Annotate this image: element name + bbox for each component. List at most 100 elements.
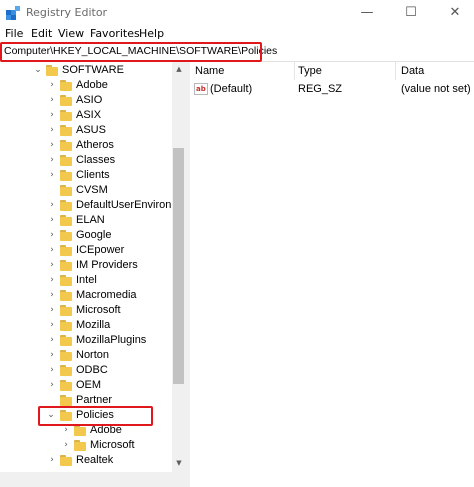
chevron-right-icon[interactable]: › xyxy=(47,454,57,467)
maximize-button[interactable]: ☐ xyxy=(396,4,426,22)
menu-favorites[interactable]: Favorites xyxy=(90,27,140,40)
chevron-right-icon[interactable]: › xyxy=(47,334,57,347)
menu-edit[interactable]: Edit xyxy=(31,27,52,40)
chevron-right-icon[interactable]: › xyxy=(47,154,57,167)
title-bar: Registry Editor — ☐ ✕ xyxy=(0,0,474,26)
tree-item-label: OEM xyxy=(76,379,102,391)
chevron-down-icon[interactable]: ⌄ xyxy=(33,64,43,77)
folder-icon xyxy=(60,410,72,421)
column-divider[interactable] xyxy=(395,62,396,80)
tree-scroll-thumb[interactable] xyxy=(173,148,184,384)
tree-item[interactable]: › Atheros xyxy=(0,138,172,153)
folder-icon xyxy=(60,275,72,286)
tree-item[interactable]: › ASUS xyxy=(0,123,172,138)
tree-item[interactable]: › IM Providers xyxy=(0,258,172,273)
tree-item[interactable]: › Google xyxy=(0,228,172,243)
tree-item[interactable]: › Adobe xyxy=(0,78,172,93)
tree-item[interactable]: › Intel xyxy=(0,273,172,288)
chevron-right-icon[interactable]: › xyxy=(47,79,57,92)
tree-item[interactable]: › Macromedia xyxy=(0,288,172,303)
tree-item[interactable]: › Microsoft xyxy=(0,438,172,453)
tree-item-label: Realtek xyxy=(76,454,114,466)
tree-item[interactable]: › Mozilla xyxy=(0,318,172,333)
tree-item-software[interactable]: ⌄ SOFTWARE xyxy=(0,63,172,78)
chevron-right-icon[interactable]: › xyxy=(47,229,57,242)
chevron-right-icon[interactable]: › xyxy=(47,304,57,317)
tree-item-label: Norton xyxy=(76,349,110,361)
tree-item[interactable]: › DefaultUserEnvironm xyxy=(0,198,181,213)
chevron-right-icon[interactable]: › xyxy=(47,199,57,212)
folder-icon xyxy=(60,350,72,361)
tree-item-label: ICEpower xyxy=(76,244,125,256)
tree-item-policies[interactable]: ⌄ Policies xyxy=(0,408,172,423)
folder-icon xyxy=(74,425,86,436)
column-divider[interactable] xyxy=(294,62,295,80)
chevron-right-icon[interactable]: › xyxy=(47,94,57,107)
tree-item[interactable]: › ELAN xyxy=(0,213,172,228)
folder-icon xyxy=(60,110,72,121)
tree-item-label: MozillaPlugins xyxy=(76,334,147,346)
tree-horizontal-scrollbar[interactable] xyxy=(0,472,186,487)
scroll-down-arrow-icon[interactable]: ▼ xyxy=(172,456,186,470)
tree-item[interactable]: › Realtek xyxy=(0,453,172,468)
chevron-right-icon[interactable]: › xyxy=(47,259,57,272)
address-path[interactable]: Computer\HKEY_LOCAL_MACHINE\SOFTWARE\Pol… xyxy=(4,45,277,57)
chevron-right-icon[interactable]: › xyxy=(61,424,71,437)
menu-file[interactable]: File xyxy=(5,27,23,40)
tree-item-label: ODBC xyxy=(76,364,108,376)
chevron-right-icon[interactable]: › xyxy=(47,379,57,392)
folder-icon xyxy=(60,80,72,91)
scroll-up-arrow-icon[interactable]: ▲ xyxy=(172,62,186,76)
tree-item-label: CVSM xyxy=(76,184,108,196)
tree-item[interactable]: › Clients xyxy=(0,168,172,183)
chevron-down-icon[interactable]: ⌄ xyxy=(46,409,56,422)
chevron-right-icon[interactable]: › xyxy=(47,289,57,302)
close-button[interactable]: ✕ xyxy=(440,4,470,22)
tree-item[interactable]: Partner xyxy=(0,393,172,408)
chevron-right-icon[interactable]: › xyxy=(47,124,57,137)
column-header-name[interactable]: Name xyxy=(195,65,224,77)
chevron-right-icon[interactable]: › xyxy=(47,109,57,122)
address-bar[interactable]: Computer\HKEY_LOCAL_MACHINE\SOFTWARE\Pol… xyxy=(0,42,474,62)
chevron-right-icon[interactable]: › xyxy=(47,169,57,182)
minimize-button[interactable]: — xyxy=(352,4,382,22)
chevron-right-icon[interactable]: › xyxy=(47,214,57,227)
tree-item[interactable]: › Norton xyxy=(0,348,172,363)
folder-icon xyxy=(60,170,72,181)
tree-item-label: Microsoft xyxy=(76,304,121,316)
tree-item[interactable]: › ODBC xyxy=(0,363,172,378)
tree-item[interactable]: CVSM xyxy=(0,183,172,198)
chevron-right-icon[interactable]: › xyxy=(47,349,57,362)
tree-item[interactable]: › OEM xyxy=(0,378,172,393)
menu-help[interactable]: Help xyxy=(139,27,164,40)
folder-icon xyxy=(60,245,72,256)
chevron-right-icon[interactable]: › xyxy=(47,319,57,332)
chevron-right-icon[interactable]: › xyxy=(47,244,57,257)
tree-item[interactable]: › Microsoft xyxy=(0,303,172,318)
folder-icon xyxy=(60,215,72,226)
tree-item-label: Intel xyxy=(76,274,97,286)
tree-item[interactable]: › Adobe xyxy=(0,423,172,438)
value-name[interactable]: (Default) xyxy=(210,83,252,95)
tree-item-label: Policies xyxy=(76,409,114,421)
tree-item-label: Microsoft xyxy=(90,439,135,451)
values-list[interactable]: Name Type Data ab (Default) REG_SZ (valu… xyxy=(190,62,474,487)
column-header-data[interactable]: Data xyxy=(401,65,424,77)
key-tree[interactable]: ⌄ SOFTWARE › Adobe › ASIO › ASIX › ASUS … xyxy=(0,62,186,487)
tree-item[interactable]: › MozillaPlugins xyxy=(0,333,172,348)
tree-item[interactable]: › Classes xyxy=(0,153,172,168)
folder-icon xyxy=(60,185,72,196)
tree-item-label: Clients xyxy=(76,169,110,181)
chevron-right-icon[interactable]: › xyxy=(61,439,71,452)
tree-item[interactable]: › ASIX xyxy=(0,108,172,123)
menu-view[interactable]: View xyxy=(58,27,84,40)
folder-icon xyxy=(60,395,72,406)
chevron-right-icon[interactable]: › xyxy=(47,139,57,152)
folder-icon xyxy=(60,260,72,271)
tree-item[interactable]: › ASIO xyxy=(0,93,172,108)
column-header-type[interactable]: Type xyxy=(298,65,322,77)
chevron-right-icon[interactable]: › xyxy=(47,274,57,287)
tree-item[interactable]: › ICEpower xyxy=(0,243,172,258)
chevron-right-icon[interactable]: › xyxy=(47,364,57,377)
tree-item-label: Adobe xyxy=(76,79,108,91)
